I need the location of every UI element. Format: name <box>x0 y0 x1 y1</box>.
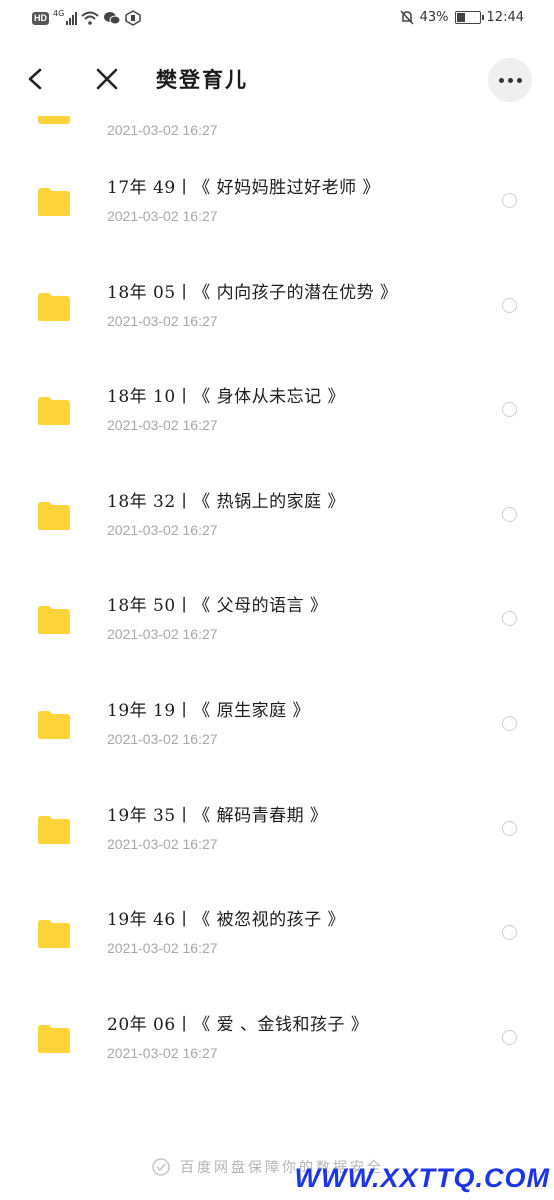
clock: 12:44 <box>486 10 524 25</box>
select-radio[interactable] <box>502 193 517 208</box>
select-radio[interactable] <box>502 611 517 627</box>
list-item[interactable]: 18年 32丨《 热锅上的家庭 》 2021-03-02 16:27 <box>0 468 554 573</box>
mute-icon <box>400 10 414 25</box>
app-header: 樊登育儿 <box>0 40 554 118</box>
item-date: 2021-03-02 16:27 <box>107 208 218 224</box>
item-date: 2021-03-02 16:27 <box>107 835 218 852</box>
select-radio[interactable] <box>502 1029 517 1045</box>
list-item[interactable]: 19年 19丨《 原生家庭 》 2021-03-02 16:27 <box>0 677 554 782</box>
item-name: 17年 49丨《 好妈妈胜过好老师 》 <box>107 178 380 198</box>
close-icon[interactable] <box>94 66 120 92</box>
select-radio[interactable] <box>502 506 517 522</box>
more-button[interactable] <box>488 58 532 102</box>
network-type: 4G <box>53 8 65 18</box>
folder-icon <box>38 920 70 949</box>
list-item[interactable]: 17年 49丨《 好妈妈胜过好老师 》 2021-03-02 16:27 <box>0 154 554 259</box>
status-bar: HD 4G 43% 12:44 <box>0 0 554 40</box>
item-name: 18年 10丨《 身体从未忘记 》 <box>107 387 345 408</box>
hand-icon <box>125 10 142 26</box>
item-date: 2021-03-02 16:27 <box>107 1044 218 1061</box>
status-right: 43% 12:44 <box>400 10 524 25</box>
folder-icon <box>38 606 70 635</box>
page-title: 樊登育儿 <box>156 68 248 92</box>
battery-percent: 43% <box>419 10 449 25</box>
more-dot <box>516 77 522 83</box>
shield-icon <box>152 1158 170 1176</box>
select-radio[interactable] <box>502 297 517 313</box>
item-date: 2021-03-02 16:27 <box>107 312 218 329</box>
list-item[interactable]: 20年 06丨《 爱 、金钱和孩子 》 2021-03-02 16:27 <box>0 991 554 1096</box>
chevron-left-icon[interactable] <box>24 66 48 92</box>
folder-icon <box>38 116 70 124</box>
list-item[interactable]: 18年 10丨《 身体从未忘记 》 2021-03-02 16:27 <box>0 363 554 468</box>
select-radio[interactable] <box>502 402 517 418</box>
more-dot <box>507 77 513 83</box>
file-list: 2021-03-02 16:27 17年 49丨《 好妈妈胜过好老师 》 2021… <box>0 116 554 1096</box>
item-name: 19年 35丨《 解码青春期 》 <box>107 805 328 826</box>
list-item-partial[interactable]: 2021-03-02 16:27 <box>0 116 554 154</box>
folder-icon <box>38 188 70 216</box>
item-date: 2021-03-02 16:27 <box>107 940 218 957</box>
wechat-icon <box>104 12 121 25</box>
list-item[interactable]: 19年 35丨《 解码青春期 》 2021-03-02 16:27 <box>0 782 554 887</box>
item-date: 2021-03-02 16:27 <box>107 417 218 434</box>
item-name: 19年 19丨《 原生家庭 》 <box>107 700 310 721</box>
select-radio[interactable] <box>502 925 517 941</box>
folder-icon <box>38 397 70 426</box>
list-item[interactable]: 18年 05丨《 内向孩子的潜在优势 》 2021-03-02 16:27 <box>0 259 554 364</box>
item-date: 2021-03-02 16:27 <box>107 521 218 538</box>
item-date: 2021-03-02 16:27 <box>107 122 218 138</box>
item-name: 18年 32丨《 热锅上的家庭 》 <box>107 491 345 512</box>
folder-icon <box>38 1024 70 1053</box>
item-name: 18年 50丨《 父母的语言 》 <box>107 596 328 617</box>
battery-icon <box>454 11 484 24</box>
folder-icon <box>38 710 70 739</box>
site-watermark: WWW.XXTTQ.COM <box>294 1163 550 1193</box>
folder-icon <box>38 501 70 530</box>
select-radio[interactable] <box>502 820 517 836</box>
select-radio[interactable] <box>502 715 517 731</box>
item-date: 2021-03-02 16:27 <box>107 626 218 643</box>
folder-icon <box>38 292 70 321</box>
item-name: 19年 46丨《 被忽视的孩子 》 <box>107 910 345 931</box>
status-left: HD 4G <box>32 8 142 26</box>
list-item[interactable]: 19年 46丨《 被忽视的孩子 》 2021-03-02 16:27 <box>0 886 554 991</box>
item-name: 18年 05丨《 内向孩子的潜在优势 》 <box>107 282 398 303</box>
more-dot <box>498 77 504 83</box>
wifi-icon <box>81 11 99 25</box>
item-date: 2021-03-02 16:27 <box>107 730 218 747</box>
list-item[interactable]: 18年 50丨《 父母的语言 》 2021-03-02 16:27 <box>0 572 554 677</box>
signal-icon <box>66 11 78 25</box>
folder-icon <box>38 815 70 844</box>
item-name: 20年 06丨《 爱 、金钱和孩子 》 <box>107 1014 369 1035</box>
hd-icon: HD <box>32 11 49 25</box>
